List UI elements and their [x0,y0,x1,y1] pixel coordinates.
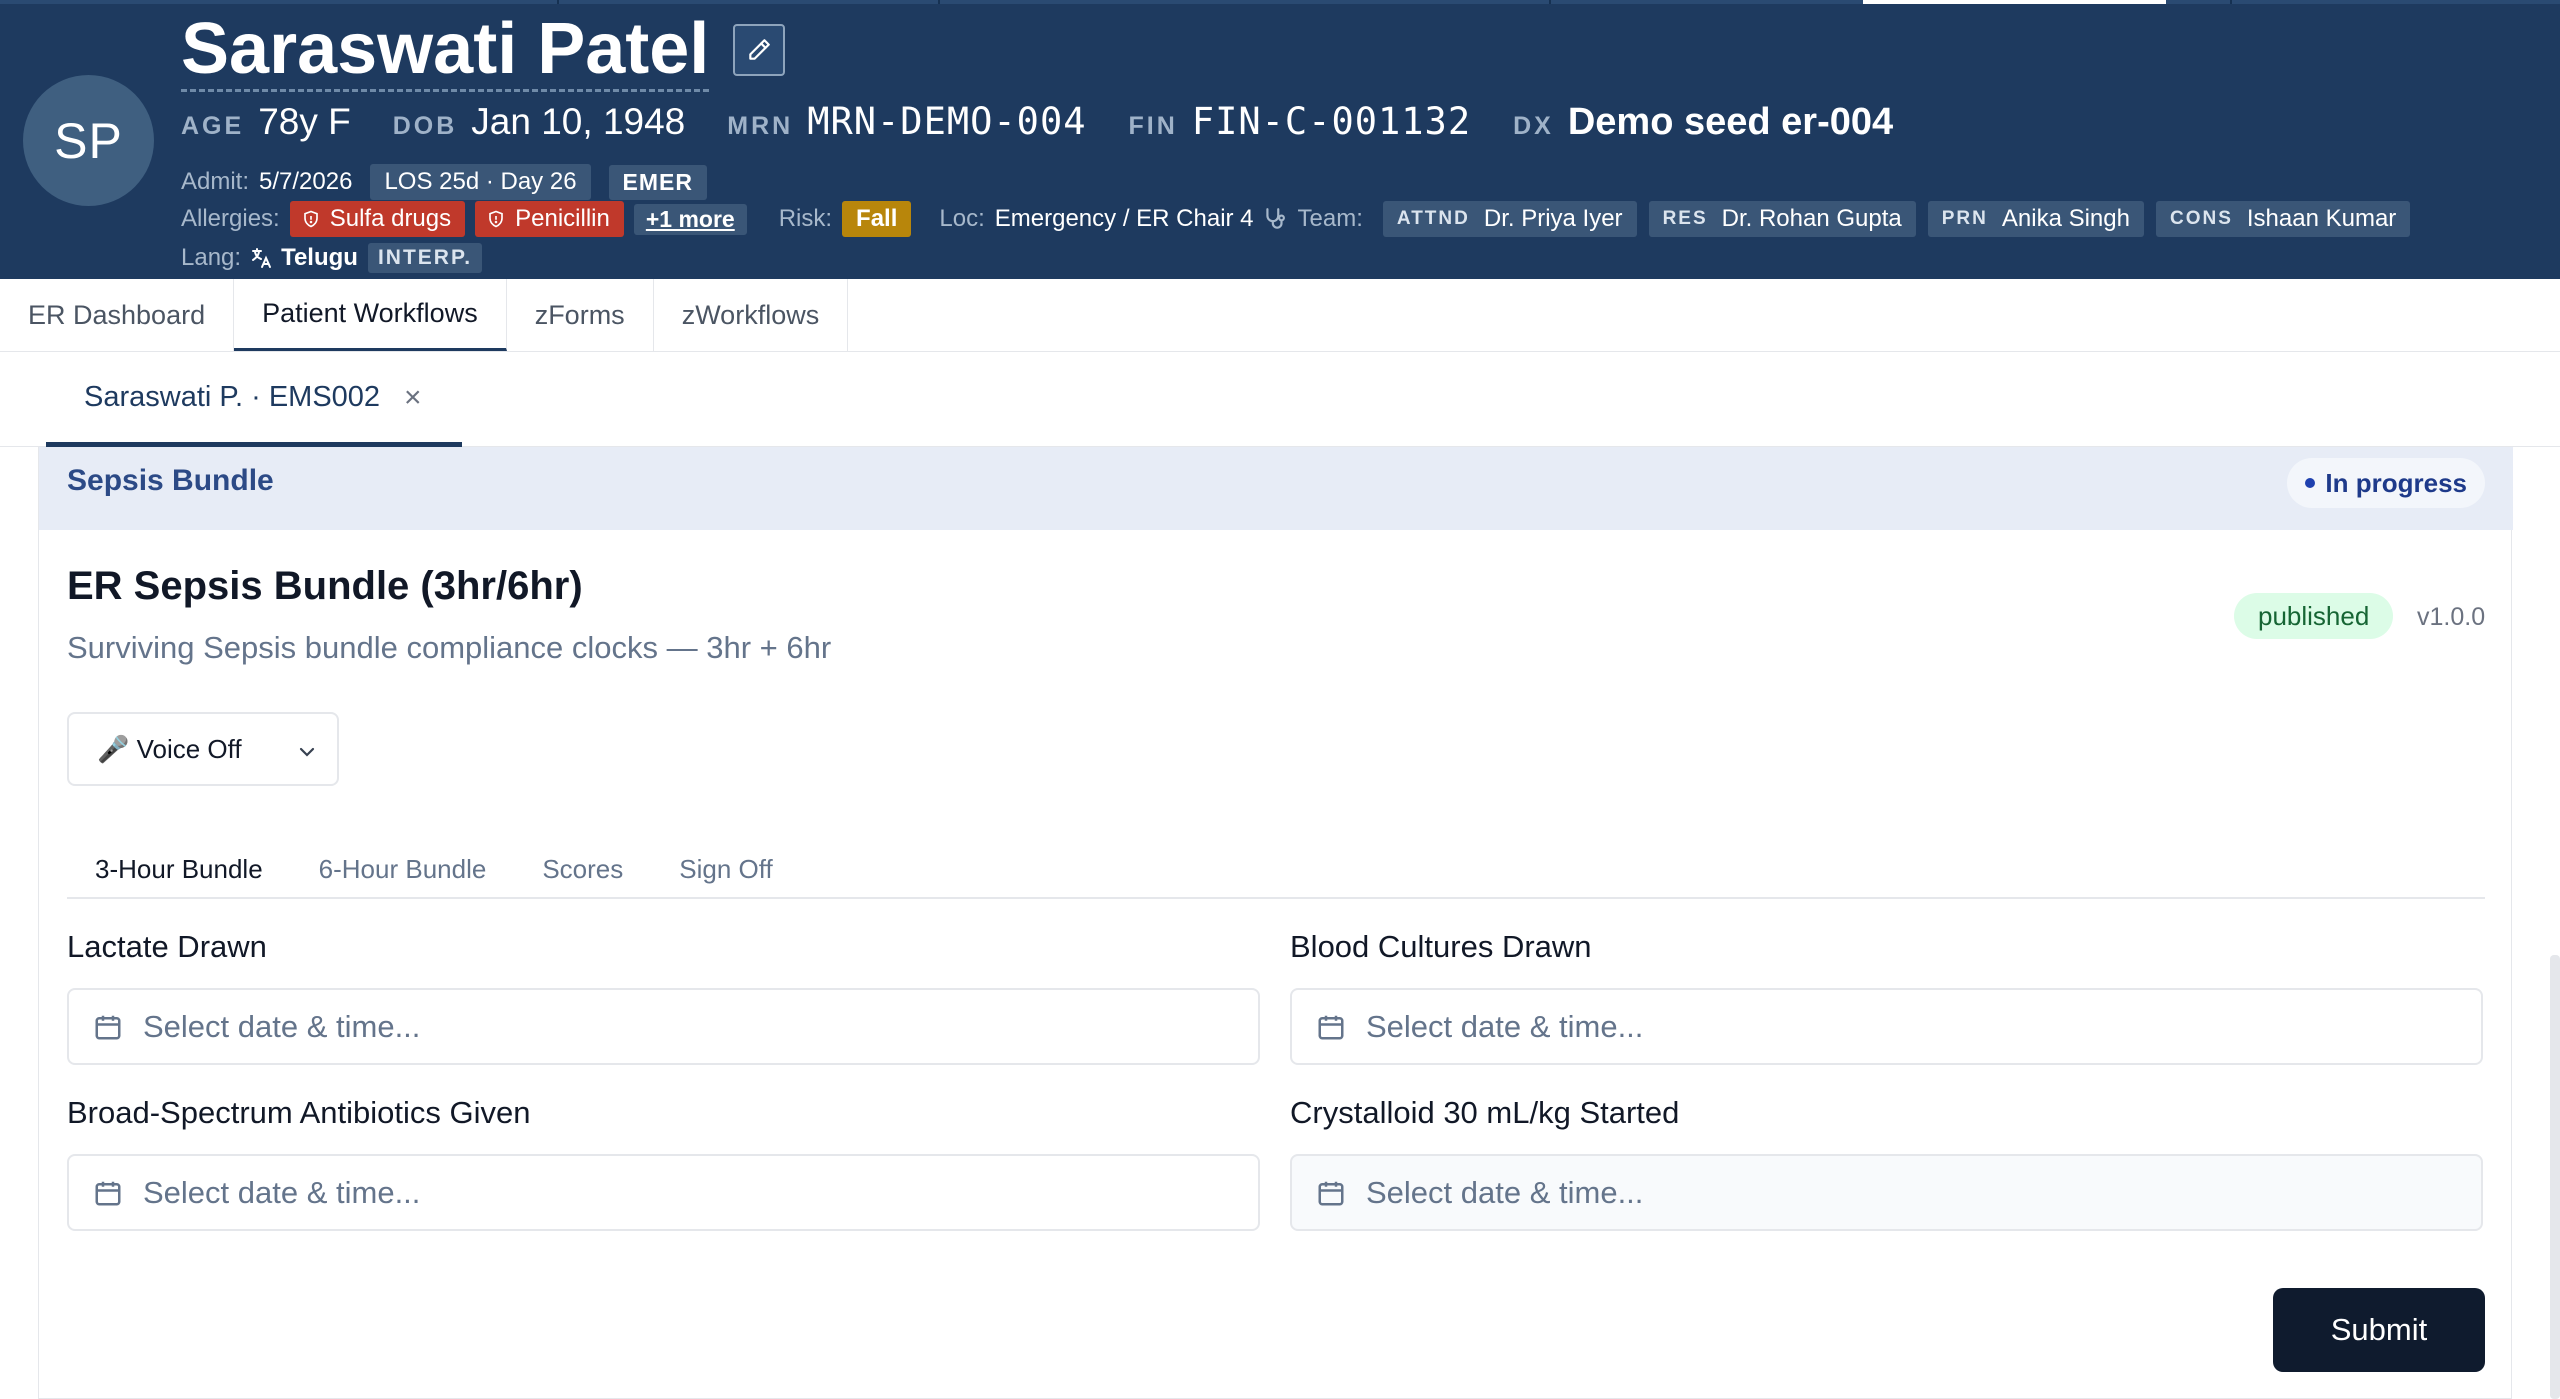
tab-er-dashboard[interactable]: ER Dashboard [0,279,235,351]
calendar-icon [1318,1181,1344,1205]
tab-sign-off[interactable]: Sign Off [651,841,800,897]
chevron-down-icon [299,747,315,757]
encounter-type-badge: EMER [608,164,707,200]
top-tab-indicator-bar [0,0,2560,4]
bundle-header: Sepsis Bundle In progress [39,447,2513,530]
diagnosis-value: Demo seed er-004 [1567,101,1894,143]
blood-cultures-input[interactable]: Select date & time... [1290,988,2483,1065]
status-badge: In progress [2287,458,2485,508]
crystalloid-started-input[interactable]: Select date & time... [1290,1154,2483,1231]
form-subtitle: Surviving Sepsis bundle compliance clock… [67,630,832,665]
lactate-drawn-label: Lactate Drawn [67,929,267,964]
edit-name-button[interactable] [733,24,786,76]
team-chip-consultant[interactable]: CONS Ishaan Kumar [2155,201,2411,237]
stethoscope-icon [1265,208,1285,229]
tab-zworkflows[interactable]: zWorkflows [654,279,849,351]
sepsis-bundle-card: Sepsis Bundle In progress ER Sepsis Bund… [38,447,2513,1399]
los-badge: LOS 25d · Day 26 [370,164,591,200]
close-icon[interactable]: × [404,381,422,415]
patient-tab[interactable]: Saraswati P. · EMS002 × [46,353,462,447]
tab-3-hour-bundle[interactable]: 3-Hour Bundle [67,841,291,897]
demographics-row: AGE 78y F DOB Jan 10, 1948 MRN MRN-DEMO-… [181,100,1894,143]
version-label: v1.0.0 [2417,603,2486,631]
admit-row: Admit: 5/7/2026 LOS 25d · Day 26 EMER [181,164,725,200]
tab-scores[interactable]: Scores [514,841,651,897]
allergy-badge[interactable]: Sulfa drugs [289,201,466,237]
calendar-icon [1318,1015,1344,1039]
form-title: ER Sepsis Bundle (3hr/6hr) [67,564,583,608]
tab-zforms[interactable]: zForms [507,279,654,351]
voice-select[interactable]: 🎤 Voice Off [67,712,339,786]
antibiotics-given-label: Broad-Spectrum Antibiotics Given [67,1095,531,1130]
pencil-icon [749,39,771,60]
main-nav: ER Dashboard Patient Workflows zForms zW… [0,279,2560,352]
admit-date: 5/7/2026 [259,168,353,195]
allergy-badge[interactable]: Penicillin [475,201,624,237]
bundle-tabs: 3-Hour Bundle 6-Hour Bundle Scores Sign … [67,841,2485,899]
dob-value: Jan 10, 1948 [471,101,686,142]
team-chip-attending[interactable]: ATTND Dr. Priya Iyer [1382,201,1637,237]
language-value: Telugu [281,244,358,271]
location-value: Emergency / ER Chair 4 [994,205,1254,232]
submit-button[interactable]: Submit [2273,1288,2485,1372]
more-allergies-link[interactable]: +1 more [633,203,747,235]
translate-icon [252,248,272,268]
interpreter-badge: INTERP. [367,243,483,273]
calendar-icon [95,1015,121,1039]
patient-name[interactable]: Saraswati Patel [181,9,710,92]
tab-patient-workflows[interactable]: Patient Workflows [234,279,507,351]
team-chip-resident[interactable]: RES Dr. Rohan Gupta [1648,201,1916,237]
avatar: SP [23,75,154,206]
fin-value: FIN-C-001132 [1191,100,1472,143]
patient-tab-strip: Saraswati P. · EMS002 × [0,353,2560,447]
tab-6-hour-bundle[interactable]: 6-Hour Bundle [291,841,515,897]
blood-cultures-label: Blood Cultures Drawn [1290,929,1592,964]
patient-banner: SP Saraswati Patel AGE 78y F DOB Jan 10,… [0,0,2560,279]
antibiotics-given-input[interactable]: Select date & time... [67,1154,1260,1231]
language-row: Lang: Telugu INTERP. [181,240,483,276]
mrn-value: MRN-DEMO-004 [807,100,1087,143]
shield-alert-icon [303,210,318,228]
bundle-section-title: Sepsis Bundle [67,464,274,497]
age-value: 78y F [258,101,351,142]
lactate-drawn-input[interactable]: Select date & time... [67,988,1260,1065]
shield-alert-icon [489,210,503,228]
fall-risk-badge: Fall [842,201,912,237]
published-badge: published [2234,593,2394,639]
calendar-icon [95,1181,121,1205]
scrollbar[interactable] [2550,955,2560,1399]
crystalloid-started-label: Crystalloid 30 mL/kg Started [1290,1095,1680,1130]
allergy-team-row: Allergies: Sulfa drugs Penicillin +1 mor… [181,201,2422,237]
team-chip-prn[interactable]: PRN Anika Singh [1927,201,2144,237]
